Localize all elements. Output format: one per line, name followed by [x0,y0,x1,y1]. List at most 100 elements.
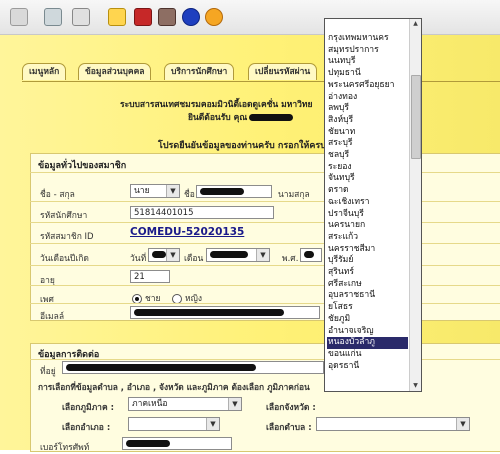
confirm-instruction: โปรดยืนยันข้อมูลของท่านครับ กรอกให้ครบ [158,141,326,151]
subdistrict-select[interactable]: ▼ [316,417,470,431]
chevron-down-icon: ▼ [456,418,469,430]
first-name-field[interactable] [196,185,272,198]
divider [30,303,500,304]
note-icon[interactable] [108,8,126,26]
dropdown-option[interactable]: ระยอง [327,162,408,174]
chevron-down-icon: ▼ [166,185,179,197]
dropdown-option[interactable]: สุรินทร์ [327,267,408,279]
name-label: ชื่อ - สกุล [40,190,75,200]
redacted-name [249,114,294,121]
registration-page: เมนูหลัก ข้อมูลส่วนบุคคล บริการนักศึกษา … [0,35,500,453]
divider [30,243,500,244]
dropdown-option[interactable]: นครนายก [327,220,408,232]
email-field[interactable] [130,306,320,319]
dropdown-option[interactable]: ปราจีนบุรี [327,209,408,221]
redacted-month [210,251,248,258]
tab-personal-info[interactable]: ข้อมูลส่วนบุคคล [78,63,152,80]
divider [30,285,500,286]
dropdown-option[interactable]: สระแก้ว [327,232,408,244]
radio-female[interactable] [172,293,182,304]
student-id-label: รหัสนักศึกษา [40,211,88,221]
dropdown-option[interactable]: ยโสธร [327,302,408,314]
dropdown-option[interactable]: นนทบุรี [327,56,408,68]
redacted-address [66,364,256,371]
month-select[interactable]: ▼ [206,248,270,262]
dropdown-option[interactable]: ลพบุรี [327,103,408,115]
welcome-label: ยินดีต้อนรับ คุณ [188,113,248,123]
dropdown-option[interactable]: ตราด [327,185,408,197]
divider [30,265,500,266]
scroll-thumb[interactable] [411,75,421,159]
divider [30,201,500,202]
welcome-text: ยินดีต้อนรับ คุณ [188,110,294,124]
movie-icon[interactable] [158,8,176,26]
dropdown-option[interactable]: บุรีรัมย์ [327,255,408,267]
dropdown-option[interactable]: ปทุมธานี [327,68,408,80]
first-name-label: ชื่อ [184,190,195,200]
dropdown-option[interactable]: ชัยภูมิ [327,314,408,326]
province-dropdown-list[interactable]: ▲ ▼ กรุงเทพมหานคร สมุทรปราการ นนทบุรี ปทุมธ… [324,18,422,392]
redacted-phone [126,440,170,447]
scroll-down-icon[interactable]: ▼ [410,381,421,391]
redacted-day [152,251,166,258]
dropdown-option[interactable]: ฉะเชิงเทรา [327,197,408,209]
dropdown-option[interactable]: สิงห์บุรี [327,115,408,127]
general-info-title: ข้อมูลทั่วไปของสมาชิก [38,161,127,171]
divider [30,222,500,223]
dropdown-option[interactable]: พระนครศรีอยุธยา [327,80,408,92]
dropdown-option[interactable]: ชลบุรี [327,150,408,162]
dropdown-scrollbar[interactable]: ▲ ▼ [409,19,421,391]
tab-change-password[interactable]: เปลี่ยนรหัสผ่าน [248,63,318,80]
general-info-panel [30,153,500,321]
dropdown-option[interactable]: อุบลราชธานี [327,290,408,302]
address-label: ที่อยู่ [40,367,56,377]
tab-main-menu[interactable]: เมนูหลัก [22,63,67,80]
day-select[interactable]: ▼ [148,248,180,262]
dropdown-option[interactable]: สระบุรี [327,138,408,150]
dropdown-option[interactable]: อ่างทอง [327,92,408,104]
address-field[interactable] [62,361,324,374]
region-select[interactable]: ภาคเหนือ ▼ [128,397,242,411]
chevron-down-icon: ▼ [256,249,269,261]
edit-icon[interactable] [72,8,90,26]
dropdown-option[interactable]: กรุงเทพมหานคร [327,33,408,45]
last-name-label: นามสกุล [278,190,310,200]
title-select[interactable]: นาย ▼ [130,184,180,198]
title-value: นาย [134,186,150,196]
dropdown-option[interactable]: อุดรธานี [327,361,408,373]
year-label: พ.ศ. [282,254,299,264]
print-icon[interactable] [44,8,62,26]
tab-divider [22,81,500,82]
redacted-email [134,309,284,316]
browser-icon[interactable] [205,8,223,26]
region-label: เลือกภูมิภาค : [62,403,114,413]
divider [30,359,500,360]
age-field[interactable]: 21 [130,270,170,283]
district-select[interactable]: ▼ [128,417,220,431]
scroll-up-icon[interactable]: ▲ [410,19,421,29]
member-id-label: รหัสสมาชิก ID [40,232,94,242]
chevron-down-icon: ▼ [206,418,219,430]
phone-label: เบอร์โทรศัพท์ [40,443,90,453]
radio-male[interactable] [132,293,142,304]
divider [30,172,500,173]
dropdown-option[interactable]: ชัยนาท [327,127,408,139]
student-id-field[interactable]: 51814401015 [130,206,274,219]
tab-student-services[interactable]: บริการนักศึกษา [164,63,235,80]
dropdown-option[interactable]: จันทบุรี [327,173,408,185]
province-label: เลือกจังหวัด : [266,403,316,413]
calculator-icon[interactable] [134,8,152,26]
phone-field[interactable] [122,437,232,450]
dropdown-option[interactable]: ศรีสะเกษ [327,279,408,291]
year-select[interactable] [300,248,322,262]
member-id-value: COMEDU-52020135 [130,226,245,238]
bluetooth-icon[interactable] [182,8,200,26]
mail-icon[interactable] [10,8,28,26]
district-label: เลือกอำเภอ : [62,423,111,433]
dropdown-option[interactable]: หนองบัวลำภู [327,337,408,349]
chevron-down-icon: ▼ [166,249,179,261]
dropdown-option[interactable]: นครราชสีมา [327,244,408,256]
dropdown-option[interactable]: ขอนแก่น [327,349,408,361]
dropdown-option[interactable]: สมุทรปราการ [327,45,408,57]
dropdown-option[interactable]: อำนาจเจริญ [327,326,408,338]
